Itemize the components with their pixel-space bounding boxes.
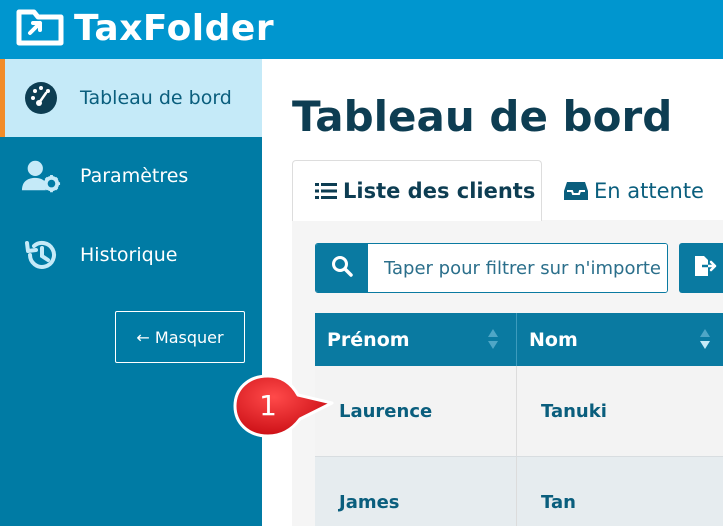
search-button[interactable] [316,244,368,292]
tab-label: En attente [594,178,704,203]
app-name: TaxFolder [74,7,275,49]
sidebar-item-label: Paramètres [80,165,189,187]
tab-label: Liste des clients [343,179,536,203]
user-gear-icon [21,156,61,196]
inbox-icon [564,181,588,201]
sort-icon [699,328,711,350]
list-icon [315,181,337,201]
column-header-label: Nom [529,328,578,351]
history-icon [21,235,61,275]
callout-number: 1 [259,388,277,422]
tab-client-list[interactable]: Liste des clients [292,160,542,221]
cell-firstname[interactable]: Laurence [315,366,517,456]
dashboard-gauge-icon [21,78,61,118]
column-header-label: Prénom [327,328,410,351]
sidebar-item-settings[interactable]: Paramètres [0,137,262,215]
tab-pending[interactable]: En attente [542,160,723,221]
table-row[interactable]: Laurence Tanuki [315,366,723,456]
sidebar-item-label: Tableau de bord [80,87,232,109]
cell-lastname[interactable]: Tan [517,457,723,526]
folder-icon [16,6,64,50]
column-header-firstname[interactable]: Prénom [315,313,517,366]
search-input[interactable] [368,244,667,292]
table-row[interactable]: James Tan [315,456,723,526]
page-title: Tableau de bord [292,92,673,141]
top-bar: TaxFolder [0,0,723,59]
sidebar-item-history[interactable]: Historique [0,216,262,294]
cell-firstname[interactable]: James [315,457,517,526]
search-icon [331,255,353,281]
export-file-icon [693,255,717,281]
hide-sidebar-button[interactable]: ← Masquer [115,311,245,363]
sort-icon [487,328,499,350]
app-logo[interactable]: TaxFolder [16,6,274,50]
search-box [315,243,668,293]
sidebar-item-label: Historique [80,244,178,266]
export-button[interactable] [679,243,723,293]
column-header-lastname[interactable]: Nom [517,313,723,366]
cell-lastname[interactable]: Tanuki [517,366,723,456]
sidebar-item-dashboard[interactable]: Tableau de bord [0,59,274,137]
